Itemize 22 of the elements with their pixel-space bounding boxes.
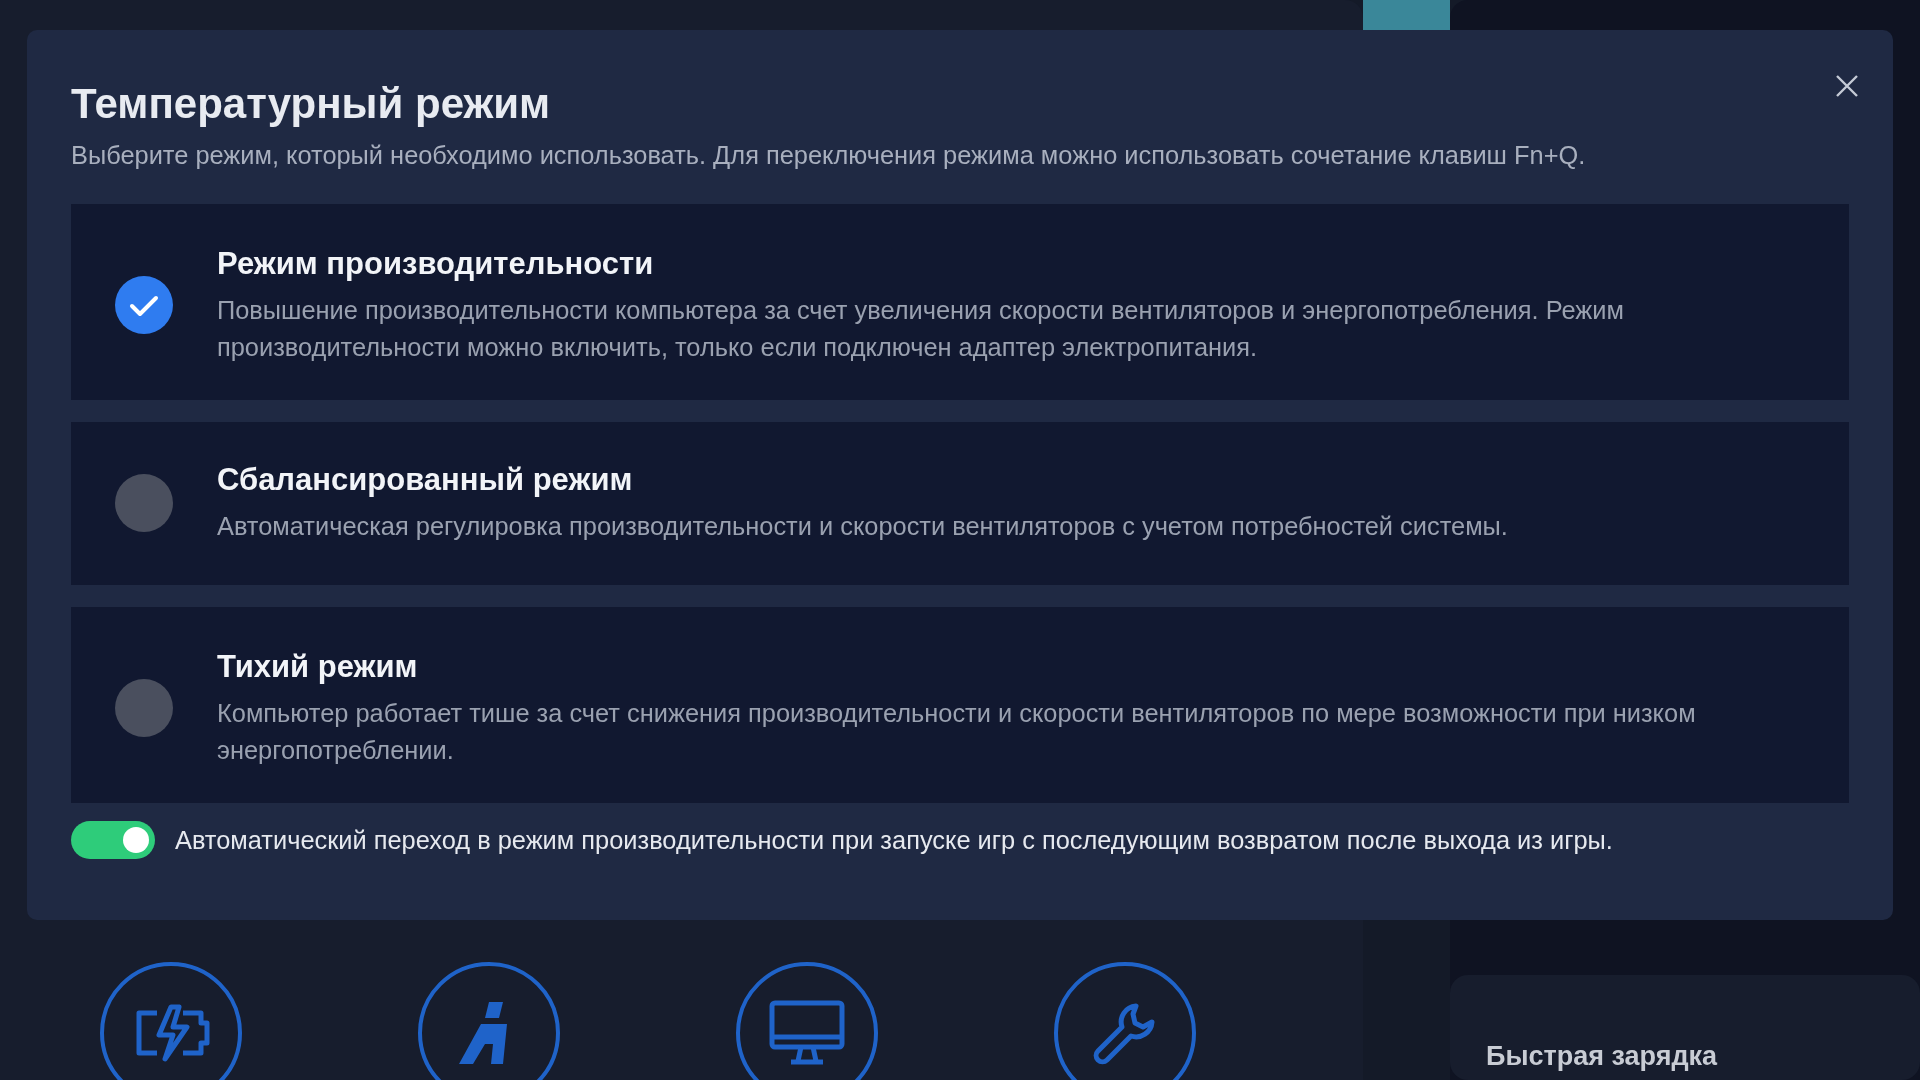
setting-label: Быстрая зарядка (1486, 1041, 1718, 1071)
toggle-label: Автоматический переход в режим производительности при запуске игр с последующим возвратом после выхода из игры. (175, 825, 1613, 855)
dialog-subtitle: Выберите режим, который необходимо использовать. Для переключения режима можно использовать сочетание клавиш Fn+Q. (71, 140, 1587, 171)
mode-title: Режим производительности (217, 245, 655, 283)
shortcut-button[interactable] (736, 962, 878, 1080)
toggle-switch[interactable] (71, 821, 155, 859)
shortcut-button[interactable] (1054, 962, 1196, 1080)
checked-radio-icon[interactable] (115, 276, 173, 334)
dialog-title: Температурный режим (71, 79, 551, 129)
mode-title: Сбалансированный режим (217, 461, 634, 499)
monitor-icon (769, 1000, 845, 1066)
mode-description: Автоматическая регулировка производительности и скорости вентиляторов с учетом потребностей системы. (217, 511, 1508, 542)
close-icon (1835, 74, 1859, 98)
shortcut-button[interactable] (100, 962, 242, 1080)
mode-option[interactable]: Сбалансированный режим Автоматическая регулировка производительности и скорости вентиляторов с учетом потребностей системы. (71, 422, 1849, 585)
radio-icon[interactable] (115, 473, 173, 532)
mode-title: Тихий режим (217, 648, 419, 686)
mode-option[interactable]: Тихий режим Компьютер работает тише за счет снижения производительности и скорости вентиляторов по мере возможности при низком энергопотреблении. (71, 607, 1849, 803)
mode-description: Компьютер работает тише за счет снижения производительности и скорости вентиляторов по мере возможности при низком энергопотреблении. (217, 698, 1697, 766)
shortcut-button[interactable] (418, 962, 560, 1080)
radio-icon[interactable] (115, 679, 173, 737)
mode-description: Повышение производительности компьютера за счет увеличения скорости вентиляторов и энергопотребления. Режим производительности можно включить, только если подключен адаптер электропитания. (217, 295, 1625, 363)
